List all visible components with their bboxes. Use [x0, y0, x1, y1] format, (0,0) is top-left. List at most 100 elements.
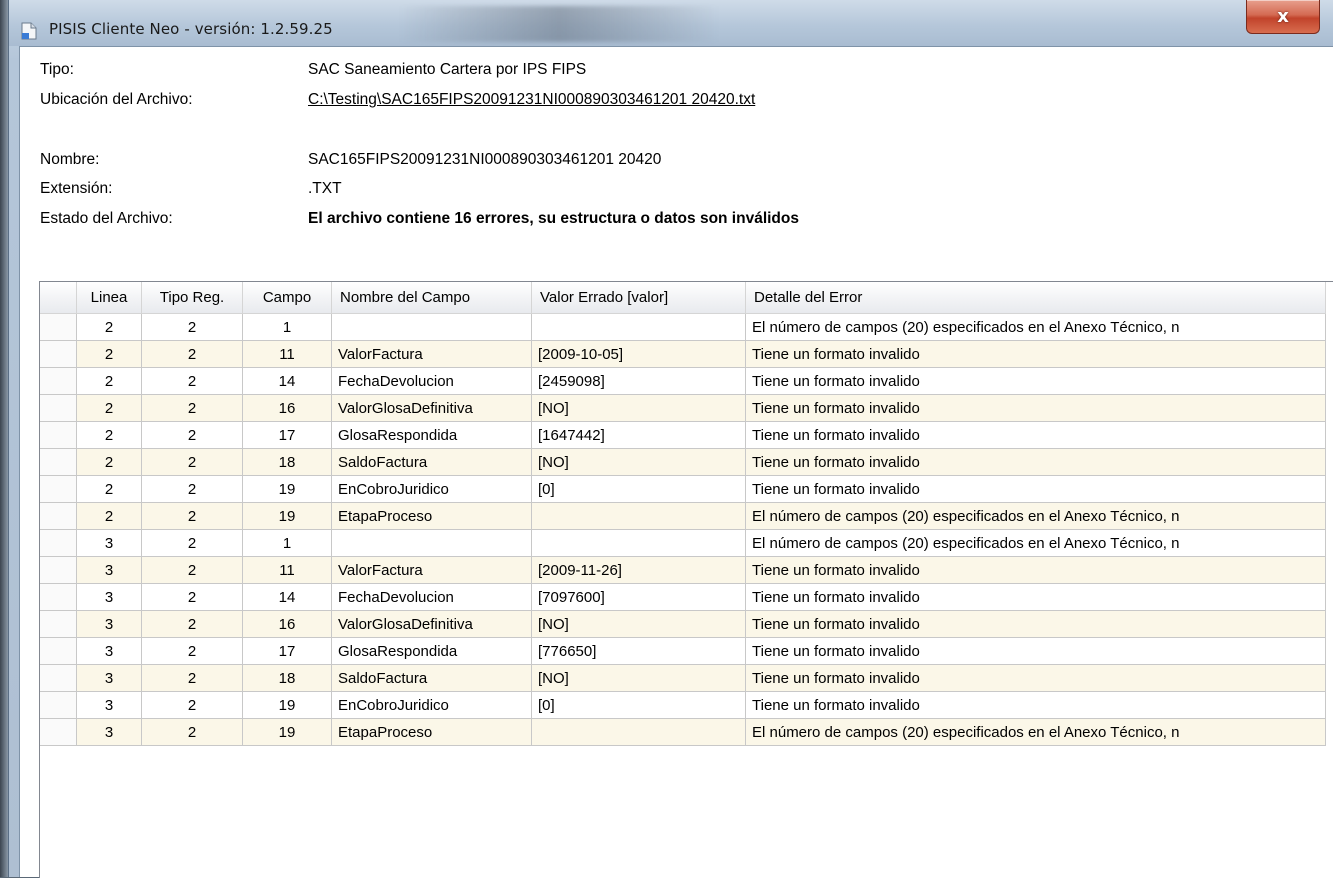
title-bar[interactable]: PISIS Cliente Neo - versión: 1.2.59.25 x	[9, 0, 1333, 46]
cell-campo[interactable]: 17	[242, 637, 332, 665]
table-row[interactable]: 2 2 18 SaldoFactura [NO] Tiene un formato inv…	[40, 448, 1326, 476]
cell-valor-errado[interactable]: [NO]	[531, 394, 746, 422]
column-header-nombre-campo[interactable]: Nombre del Campo	[331, 282, 532, 314]
table-row[interactable]: 2 2 16 ValorGlosaDefinitiva [NO] Tiene un for…	[40, 394, 1326, 422]
table-row[interactable]: 3 2 11 ValorFactura [2009-11-26] Tiene un for…	[40, 556, 1326, 584]
cell-valor-errado[interactable]: [2459098]	[531, 367, 746, 395]
table-row[interactable]: 3 2 18 SaldoFactura [NO] Tiene un formato inv…	[40, 664, 1326, 692]
cell-valor-errado[interactable]: [2009-10-05]	[531, 340, 746, 368]
cell-tipo-reg[interactable]: 2	[141, 340, 243, 368]
row-header[interactable]	[40, 340, 77, 368]
cell-linea[interactable]: 2	[76, 475, 142, 503]
cell-nombre-campo[interactable]: FechaDevolucion	[331, 367, 532, 395]
table-row[interactable]: 3 2 14 FechaDevolucion [7097600] Tiene un for…	[40, 583, 1326, 611]
cell-tipo-reg[interactable]: 2	[141, 718, 243, 746]
cell-valor-errado[interactable]: [0]	[531, 691, 746, 719]
cell-detalle-error[interactable]: Tiene un formato invalido	[745, 583, 1326, 611]
cell-detalle-error[interactable]: Tiene un formato invalido	[745, 475, 1326, 503]
cell-nombre-campo[interactable]: ValorFactura	[331, 340, 532, 368]
cell-nombre-campo[interactable]: EnCobroJuridico	[331, 691, 532, 719]
cell-nombre-campo[interactable]: EtapaProceso	[331, 718, 532, 746]
cell-campo[interactable]: 19	[242, 718, 332, 746]
cell-campo[interactable]: 18	[242, 664, 332, 692]
cell-detalle-error[interactable]: Tiene un formato invalido	[745, 556, 1326, 584]
row-header[interactable]	[40, 448, 77, 476]
cell-tipo-reg[interactable]: 2	[141, 394, 243, 422]
cell-campo[interactable]: 1	[242, 529, 332, 557]
cell-nombre-campo[interactable]: ValorGlosaDefinitiva	[331, 394, 532, 422]
cell-valor-errado[interactable]: [NO]	[531, 448, 746, 476]
row-header[interactable]	[40, 664, 77, 692]
cell-linea[interactable]: 3	[76, 691, 142, 719]
cell-campo[interactable]: 11	[242, 340, 332, 368]
row-header[interactable]	[40, 718, 77, 746]
row-header[interactable]	[40, 637, 77, 665]
cell-detalle-error[interactable]: Tiene un formato invalido	[745, 340, 1326, 368]
cell-linea[interactable]: 2	[76, 394, 142, 422]
cell-nombre-campo[interactable]: EtapaProceso	[331, 502, 532, 530]
cell-campo[interactable]: 19	[242, 475, 332, 503]
cell-nombre-campo[interactable]: EnCobroJuridico	[331, 475, 532, 503]
cell-tipo-reg[interactable]: 2	[141, 421, 243, 449]
cell-detalle-error[interactable]: Tiene un formato invalido	[745, 691, 1326, 719]
row-header[interactable]	[40, 502, 77, 530]
cell-linea[interactable]: 2	[76, 313, 142, 341]
cell-campo[interactable]: 18	[242, 448, 332, 476]
row-header[interactable]	[40, 475, 77, 503]
table-row[interactable]: 2 2 11 ValorFactura [2009-10-05] Tiene un for…	[40, 340, 1326, 368]
cell-campo[interactable]: 14	[242, 583, 332, 611]
cell-valor-errado[interactable]: [776650]	[531, 637, 746, 665]
cell-valor-errado[interactable]: [2009-11-26]	[531, 556, 746, 584]
cell-nombre-campo[interactable]: SaldoFactura	[331, 448, 532, 476]
row-header[interactable]	[40, 691, 77, 719]
cell-campo[interactable]: 1	[242, 313, 332, 341]
cell-linea[interactable]: 2	[76, 367, 142, 395]
table-row[interactable]: 3 2 1 El número de campos (20) especificado…	[40, 529, 1326, 557]
cell-detalle-error[interactable]: El número de campos (20) especificados e…	[745, 502, 1326, 530]
cell-campo[interactable]: 19	[242, 502, 332, 530]
cell-valor-errado[interactable]	[531, 313, 746, 341]
cell-linea[interactable]: 3	[76, 610, 142, 638]
cell-detalle-error[interactable]: Tiene un formato invalido	[745, 394, 1326, 422]
cell-linea[interactable]: 3	[76, 556, 142, 584]
column-header-valor-errado[interactable]: Valor Errado [valor]	[531, 282, 746, 314]
cell-nombre-campo[interactable]: ValorGlosaDefinitiva	[331, 610, 532, 638]
row-header[interactable]	[40, 556, 77, 584]
cell-tipo-reg[interactable]: 2	[141, 637, 243, 665]
errors-grid[interactable]: Linea Tipo Reg. Campo Nombre del Campo V…	[39, 281, 1333, 878]
cell-tipo-reg[interactable]: 2	[141, 583, 243, 611]
cell-tipo-reg[interactable]: 2	[141, 367, 243, 395]
column-header-detalle-error[interactable]: Detalle del Error	[745, 282, 1326, 314]
cell-nombre-campo[interactable]: GlosaRespondida	[331, 421, 532, 449]
table-row[interactable]: 2 2 19 EtapaProceso El número de campos (20)…	[40, 502, 1326, 530]
cell-campo[interactable]: 11	[242, 556, 332, 584]
cell-nombre-campo[interactable]: GlosaRespondida	[331, 637, 532, 665]
cell-linea[interactable]: 2	[76, 502, 142, 530]
cell-valor-errado[interactable]: [NO]	[531, 610, 746, 638]
cell-linea[interactable]: 2	[76, 340, 142, 368]
row-header[interactable]	[40, 529, 77, 557]
table-row[interactable]: 3 2 16 ValorGlosaDefinitiva [NO] Tiene un for…	[40, 610, 1326, 638]
row-header[interactable]	[40, 394, 77, 422]
row-header[interactable]	[40, 313, 77, 341]
cell-detalle-error[interactable]: El número de campos (20) especificados e…	[745, 529, 1326, 557]
cell-linea[interactable]: 3	[76, 664, 142, 692]
cell-tipo-reg[interactable]: 2	[141, 691, 243, 719]
table-row[interactable]: 2 2 17 GlosaRespondida [1647442] Tiene un for…	[40, 421, 1326, 449]
cell-linea[interactable]: 3	[76, 637, 142, 665]
cell-tipo-reg[interactable]: 2	[141, 610, 243, 638]
cell-tipo-reg[interactable]: 2	[141, 529, 243, 557]
cell-detalle-error[interactable]: Tiene un formato invalido	[745, 637, 1326, 665]
cell-detalle-error[interactable]: El número de campos (20) especificados e…	[745, 313, 1326, 341]
cell-linea[interactable]: 2	[76, 421, 142, 449]
table-row[interactable]: 3 2 19 EnCobroJuridico [0] Tiene un formato i…	[40, 691, 1326, 719]
table-row[interactable]: 2 2 19 EnCobroJuridico [0] Tiene un formato i…	[40, 475, 1326, 503]
cell-tipo-reg[interactable]: 2	[141, 502, 243, 530]
row-header[interactable]	[40, 610, 77, 638]
row-header[interactable]	[40, 421, 77, 449]
cell-linea[interactable]: 3	[76, 583, 142, 611]
cell-nombre-campo[interactable]	[331, 529, 532, 557]
cell-nombre-campo[interactable]: ValorFactura	[331, 556, 532, 584]
cell-detalle-error[interactable]: El número de campos (20) especificados e…	[745, 718, 1326, 746]
table-row[interactable]: 2 2 14 FechaDevolucion [2459098] Tiene un for…	[40, 367, 1326, 395]
